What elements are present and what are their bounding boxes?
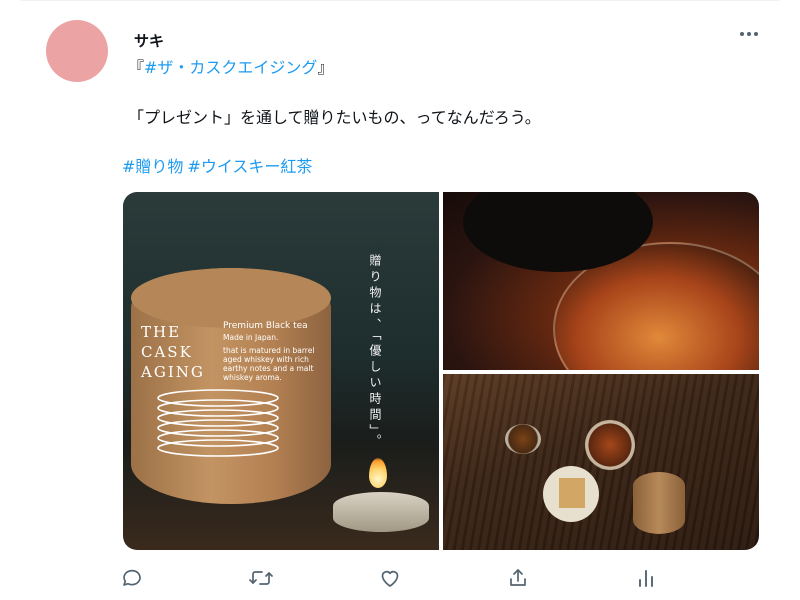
hashtag-link-whisky-tea[interactable]: #ウイスキー紅茶 bbox=[187, 157, 312, 176]
tea-leaf-bowl bbox=[505, 424, 541, 454]
hashtag-cask-aging-link[interactable]: #ザ・カスクエイジング bbox=[144, 58, 317, 77]
tea-can-illustration bbox=[131, 268, 331, 504]
divider bbox=[20, 0, 780, 1]
bracket-open: 『 bbox=[128, 58, 145, 77]
tweet-action-bar bbox=[120, 566, 660, 592]
retweet-icon[interactable] bbox=[248, 566, 274, 592]
rings-logo-icon bbox=[157, 389, 279, 457]
media-grid: THE CASK AGING Premium Black tea Made in… bbox=[123, 192, 759, 550]
vertical-copy: 贈り物は、「優しい時間」。 bbox=[368, 254, 382, 450]
tea-can-small bbox=[633, 472, 685, 534]
tea-cup bbox=[585, 420, 635, 470]
avatar[interactable] bbox=[46, 20, 108, 82]
candle-flame bbox=[369, 458, 387, 488]
candle bbox=[333, 492, 429, 532]
tweet-title-line: 『#ザ・カスクエイジング』 bbox=[128, 54, 333, 78]
analytics-icon[interactable] bbox=[634, 566, 660, 592]
tweet-body: 「プレゼント」を通して贈りたいもの、ってなんだろう。 bbox=[128, 108, 541, 127]
media-image-main[interactable]: THE CASK AGING Premium Black tea Made in… bbox=[123, 192, 439, 550]
author-name[interactable]: サキ bbox=[134, 30, 164, 51]
like-icon[interactable] bbox=[378, 566, 404, 592]
biscuit bbox=[559, 478, 585, 508]
media-image-table[interactable] bbox=[443, 374, 759, 550]
can-label: Premium Black tea Made in Japan. that is… bbox=[223, 321, 315, 383]
more-options-icon[interactable] bbox=[734, 26, 764, 42]
bracket-close: 』 bbox=[317, 58, 334, 77]
share-icon[interactable] bbox=[506, 566, 532, 592]
can-brand: THE CASK AGING bbox=[141, 323, 205, 381]
hashtag-row: #贈り物 #ウイスキー紅茶 bbox=[122, 153, 316, 177]
media-image-tea-pour[interactable] bbox=[443, 192, 759, 370]
hashtag-link-gift[interactable]: #贈り物 bbox=[122, 157, 183, 176]
reply-icon[interactable] bbox=[120, 566, 146, 592]
